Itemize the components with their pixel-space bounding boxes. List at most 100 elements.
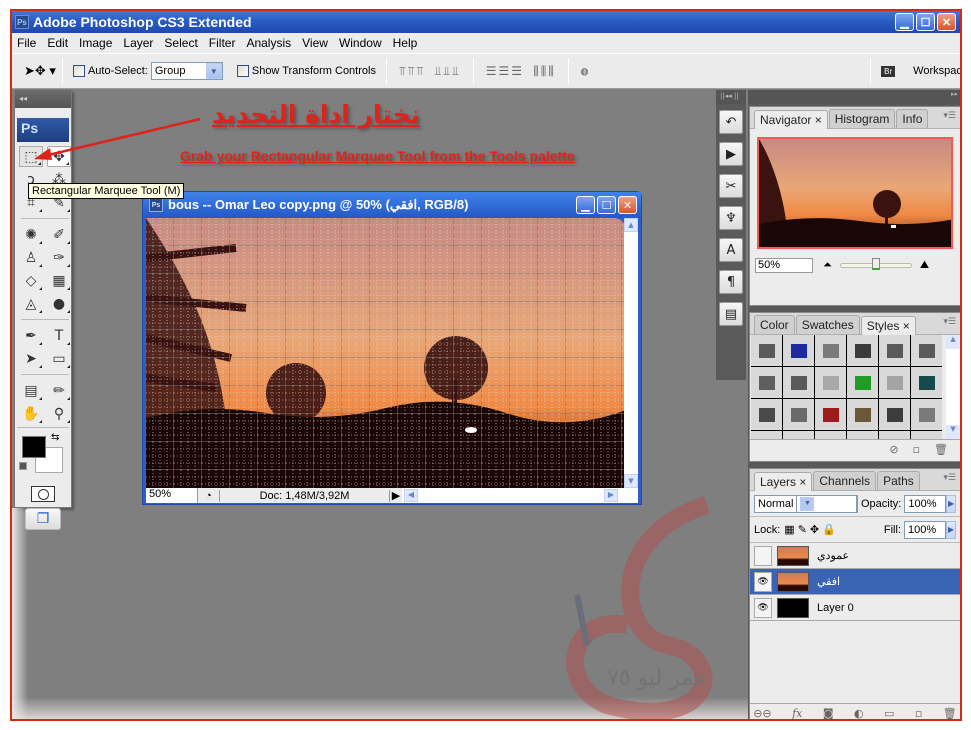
style-swatch[interactable]	[751, 431, 782, 439]
delete-style-icon[interactable]: 🗑	[934, 443, 948, 456]
tab-channels[interactable]: Channels	[813, 471, 877, 490]
navigator-preview[interactable]	[757, 137, 953, 249]
zoom-out-icon[interactable]: ⏶	[823, 259, 832, 272]
menu-layer[interactable]: Layer	[118, 36, 159, 50]
link-layers-icon[interactable]: ⊖⊖	[753, 707, 771, 719]
scroll-up-icon[interactable]: ▲	[624, 218, 638, 232]
layer-mask-icon[interactable]: ◙	[823, 707, 834, 719]
opacity-field[interactable]: 100%	[904, 494, 947, 513]
align-buttons[interactable]: ⫪⫪⫪ ⫫⫫⫫	[393, 64, 467, 79]
style-swatch[interactable]	[911, 367, 942, 398]
new-style-icon[interactable]: ▫	[913, 443, 920, 456]
foreground-color[interactable]	[22, 436, 46, 458]
brush-tool[interactable]: ✐	[47, 224, 71, 245]
menu-help[interactable]: Help	[388, 36, 424, 50]
menu-image[interactable]: Image	[74, 36, 118, 50]
style-swatch[interactable]	[911, 431, 942, 439]
style-swatch[interactable]	[847, 335, 878, 366]
adjustment-layer-icon[interactable]: ◐	[854, 707, 864, 719]
clone-stamp-tool[interactable]: ♙	[19, 247, 43, 268]
eraser-tool[interactable]: ◇	[19, 270, 43, 291]
brushes-icon[interactable]: ♆	[719, 206, 743, 230]
menu-file[interactable]: File	[12, 36, 42, 50]
auto-select-dropdown[interactable]: Group ▼	[150, 62, 223, 80]
menu-window[interactable]: Window	[334, 36, 388, 50]
path-selection-tool[interactable]: ➤	[19, 348, 43, 369]
dock-expand-handle[interactable]: ▸▸	[748, 90, 960, 104]
auto-align-layers-icon[interactable]: ◍	[575, 64, 596, 78]
zoom-field[interactable]: 50%	[146, 488, 198, 503]
auto-select-checkbox[interactable]	[72, 65, 85, 77]
type-tool[interactable]: T	[47, 325, 71, 346]
image-canvas[interactable]	[146, 218, 626, 488]
show-transform-checkbox[interactable]	[236, 65, 249, 77]
style-swatch[interactable]	[911, 399, 942, 430]
style-swatch[interactable]	[879, 335, 910, 366]
minimize-button[interactable]: ▁	[895, 13, 914, 31]
workspace-button[interactable]: Workspace	[913, 65, 960, 77]
panel-menu-icon[interactable]: ▾☰	[943, 317, 956, 327]
doc-maximize-button[interactable]: ☐	[597, 196, 616, 214]
scroll-right-icon[interactable]: ▶	[604, 489, 618, 502]
panel-collapse-handle[interactable]: ◂◂	[15, 90, 71, 108]
tab-swatches[interactable]: Swatches	[795, 315, 860, 334]
shape-tool[interactable]: ▭	[47, 348, 71, 369]
document-title-bar[interactable]: Ps bous -- Omar Leo copy.png @ 50% (افقي…	[143, 192, 641, 218]
menu-edit[interactable]: Edit	[42, 36, 74, 50]
tab-layers[interactable]: Layers ×	[754, 472, 813, 491]
tab-color[interactable]: Color	[754, 315, 795, 334]
style-swatch[interactable]	[815, 431, 846, 439]
style-swatch[interactable]	[815, 399, 846, 430]
new-group-icon[interactable]: ▭	[884, 707, 894, 719]
dock-collapse-handle[interactable]: ||◂◂ ||	[716, 90, 746, 104]
style-swatch[interactable]	[783, 335, 814, 366]
style-swatch[interactable]	[783, 399, 814, 430]
close-button[interactable]: ✕	[937, 13, 956, 31]
scroll-down-icon[interactable]: ▼	[624, 474, 638, 488]
eyedropper-tool[interactable]: ✏	[47, 380, 71, 401]
new-layer-icon[interactable]: ▫	[915, 707, 922, 719]
layer-name[interactable]: Layer 0	[817, 602, 854, 614]
panel-menu-icon[interactable]: ▾☰	[943, 473, 956, 483]
style-swatch[interactable]	[751, 399, 782, 430]
doc-minimize-button[interactable]: ▁	[576, 196, 595, 214]
layer-comps-icon[interactable]: ▤	[719, 302, 743, 326]
move-tool[interactable]: ✥	[47, 146, 71, 167]
lock-icons[interactable]: ▦✎✥🔒	[784, 523, 839, 536]
blend-mode-dropdown[interactable]: Normal ▼	[754, 494, 858, 513]
style-swatch[interactable]	[879, 367, 910, 398]
healing-brush-tool[interactable]: ✺	[19, 224, 43, 245]
style-swatch[interactable]	[751, 367, 782, 398]
style-swatch[interactable]	[879, 399, 910, 430]
tool-presets-icon[interactable]: ✂	[719, 174, 743, 198]
bridge-icon[interactable]: Br	[881, 65, 896, 77]
scroll-down-icon[interactable]: ▼	[946, 425, 960, 439]
horizontal-scrollbar[interactable]: ◀ ▶	[402, 488, 638, 503]
dodge-tool[interactable]: ●	[47, 293, 71, 314]
menu-select[interactable]: Select	[159, 36, 203, 50]
fx-icon[interactable]: fx	[792, 707, 802, 719]
style-swatch[interactable]	[847, 399, 878, 430]
visibility-eye-icon[interactable]	[754, 545, 772, 566]
zoom-in-icon[interactable]: ⛰	[920, 259, 929, 272]
menu-view[interactable]: View	[297, 36, 334, 50]
status-menu-icon[interactable]: ◔	[198, 489, 220, 502]
vertical-scrollbar[interactable]: ▲ ▼	[624, 218, 638, 488]
swap-colors-icon[interactable]: ⇆	[51, 432, 59, 443]
visibility-eye-icon[interactable]: 👁	[754, 571, 772, 592]
menu-filter[interactable]: Filter	[204, 36, 242, 50]
layer-name[interactable]: افقي	[817, 575, 840, 588]
navigator-zoom-field[interactable]: 50%	[755, 257, 813, 273]
quick-mask-button[interactable]	[31, 486, 55, 502]
panel-menu-icon[interactable]: ▾☰	[943, 111, 956, 121]
scroll-up-icon[interactable]: ▲	[946, 335, 960, 349]
character-icon[interactable]: A	[719, 238, 743, 262]
style-swatch[interactable]	[783, 367, 814, 398]
default-colors-icon[interactable]	[19, 462, 27, 470]
tab-info[interactable]: Info	[896, 109, 929, 128]
style-swatch[interactable]	[847, 431, 878, 439]
layer-row[interactable]: 👁 افقي	[750, 569, 960, 595]
zoom-slider-thumb[interactable]	[871, 257, 880, 270]
fill-slider-button[interactable]: ▶	[946, 520, 956, 539]
fill-field[interactable]: 100%	[904, 520, 946, 539]
